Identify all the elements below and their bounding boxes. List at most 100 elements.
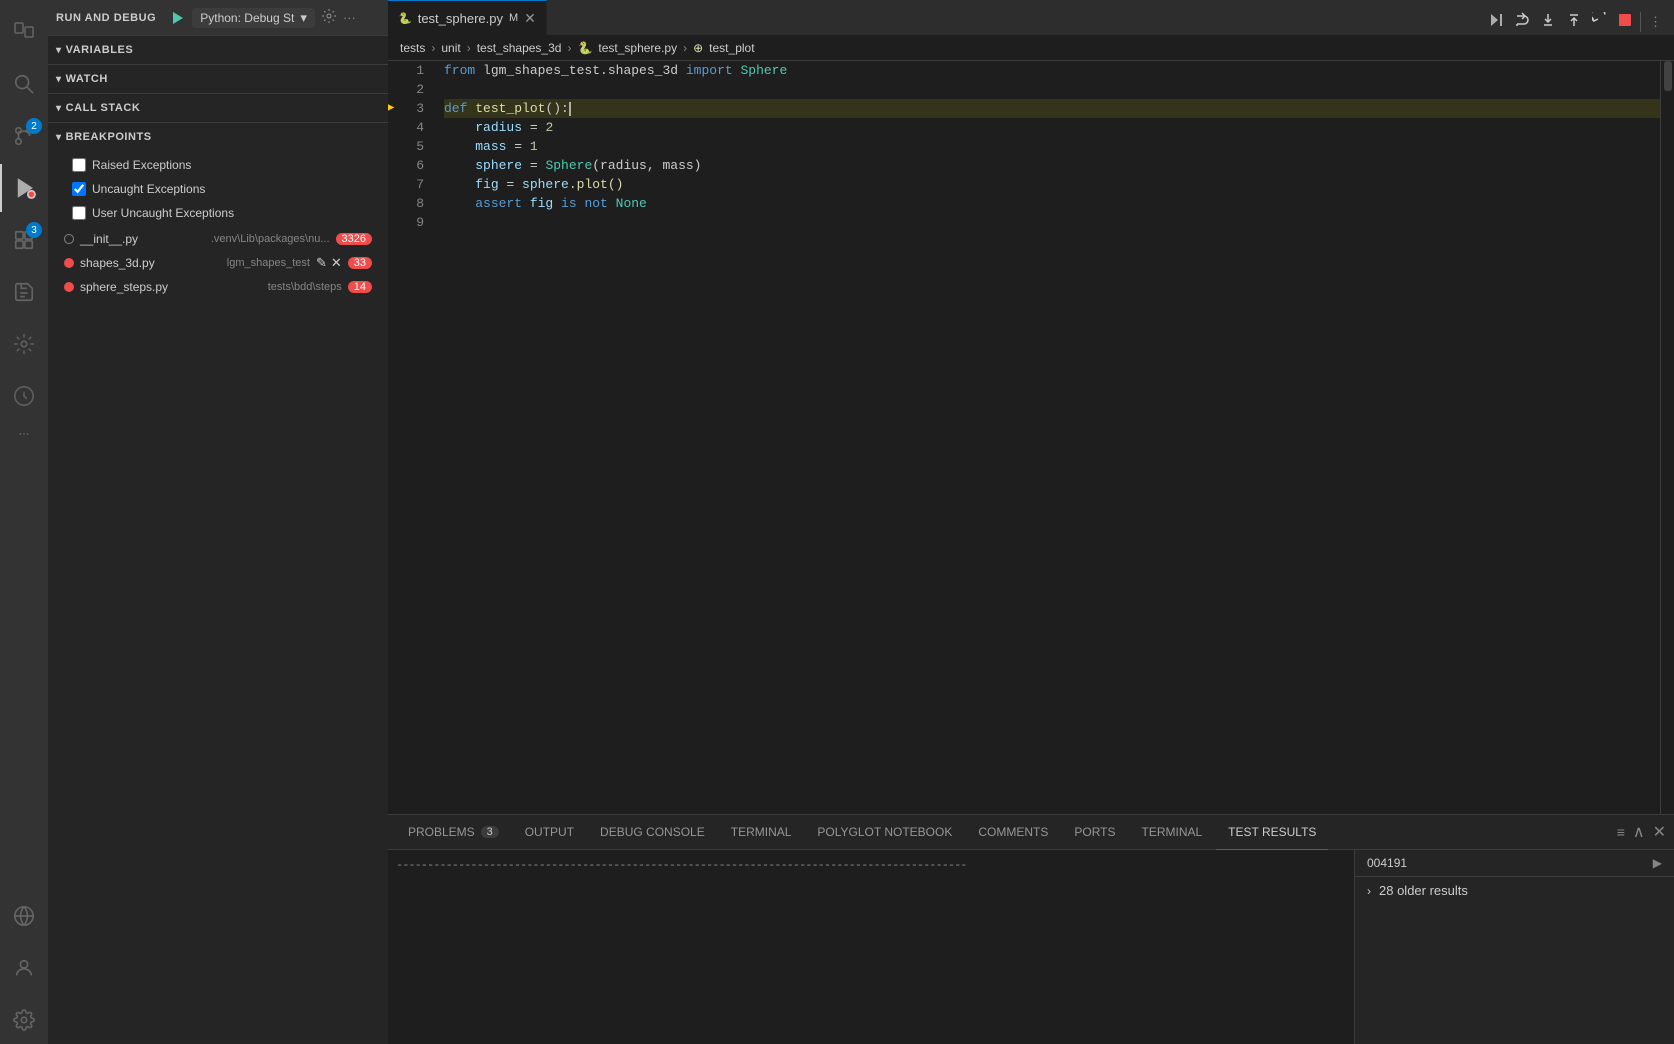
file-item-shapes[interactable]: shapes_3d.py lgm_shapes_test ✎ ✕ 33 — [48, 251, 388, 275]
line-num-8: 8 — [388, 194, 424, 213]
file-item-sphere-steps[interactable]: sphere_steps.py tests\bdd\steps 14 — [48, 275, 388, 299]
code-args-6: (radius, mass) — [592, 156, 701, 175]
code-eq-4: = — [522, 118, 545, 137]
code-line-5: mass = 1 — [444, 137, 1660, 156]
activity-extensions[interactable]: 3 — [0, 216, 48, 264]
tab-test-sphere[interactable]: 🐍 test_sphere.py M ✕ — [388, 0, 547, 35]
activity-extra-2[interactable] — [0, 372, 48, 420]
breadcrumb-unit[interactable]: unit — [441, 41, 460, 55]
breadcrumb-test-sphere-py[interactable]: test_sphere.py — [598, 41, 677, 55]
activity-settings[interactable] — [0, 996, 48, 1044]
activity-source-control[interactable]: 2 — [0, 112, 48, 160]
line-num-6: 6 — [388, 156, 424, 175]
activity-extra-1[interactable] — [0, 320, 48, 368]
terminal-label: TERMINAL — [731, 825, 792, 839]
debug-continue-btn[interactable] — [1484, 8, 1508, 35]
activity-account[interactable] — [0, 944, 48, 992]
remove-icon[interactable]: ✕ — [331, 255, 342, 271]
file-name-shapes: shapes_3d.py — [80, 256, 221, 270]
code-2-num: 2 — [545, 118, 553, 137]
code-indent-8 — [444, 194, 475, 213]
file-name-sphere-steps: sphere_steps.py — [80, 280, 262, 294]
tab-problems[interactable]: PROBLEMS 3 — [396, 815, 511, 850]
watch-section: ▾ WATCH — [48, 64, 388, 93]
panel-left-content: ----------------------------------------… — [388, 850, 1354, 1044]
edit-icon[interactable]: ✎ — [316, 255, 327, 271]
debug-more-btn[interactable]: ⋮ — [1645, 10, 1666, 34]
call-stack-label: CALL STACK — [66, 102, 141, 114]
breakpoints-header[interactable]: ▾ BREAKPOINTS — [48, 123, 388, 151]
code-line-3: def test_plot(): — [444, 99, 1660, 118]
debug-restart-btn[interactable] — [1588, 8, 1612, 35]
breadcrumb-test-shapes-3d[interactable]: test_shapes_3d — [477, 41, 562, 55]
panel-filter-btn[interactable]: ≡ — [1617, 824, 1625, 840]
debug-step-into-btn[interactable] — [1536, 8, 1560, 35]
code-content[interactable]: from lgm_shapes_test.shapes_3d import Sp… — [436, 61, 1660, 814]
code-eq-7: = — [499, 175, 522, 194]
code-line-9 — [444, 213, 1660, 232]
call-stack-chevron: ▾ — [56, 103, 62, 114]
file-dot-sphere-steps — [64, 282, 74, 292]
raised-exceptions-checkbox[interactable] — [72, 158, 86, 172]
call-stack-header[interactable]: ▾ CALL STACK — [48, 94, 388, 122]
tab-polyglot[interactable]: POLYGLOT NOTEBOOK — [805, 815, 964, 850]
code-line-2 — [444, 80, 1660, 99]
extensions-badge: 3 — [26, 222, 42, 238]
code-import-kw: import — [686, 61, 741, 80]
tab-comments[interactable]: COMMENTS — [966, 815, 1060, 850]
debug-config-label: Python: Debug St — [200, 11, 294, 25]
watch-header[interactable]: ▾ WATCH — [48, 65, 388, 93]
tab-test-results[interactable]: TEST RESULTS — [1216, 815, 1328, 850]
tab-output[interactable]: OUTPUT — [513, 815, 586, 850]
activity-run-debug[interactable] — [0, 164, 48, 212]
line-num-3: ▶ 3 — [388, 99, 424, 118]
older-results-item[interactable]: › 28 older results — [1355, 877, 1674, 904]
run-debug-more[interactable]: ··· — [343, 10, 356, 25]
activity-search[interactable] — [0, 60, 48, 108]
variables-header[interactable]: ▾ VARIABLES — [48, 36, 388, 64]
code-eq-6: = — [522, 156, 545, 175]
breakpoints-section: ▾ BREAKPOINTS Raised Exceptions Uncaught… — [48, 122, 388, 299]
debug-config-selector[interactable]: Python: Debug St ▾ — [192, 8, 315, 28]
tab-terminal[interactable]: TERMINAL — [719, 815, 804, 850]
breakpoints-label: BREAKPOINTS — [66, 131, 152, 143]
code-line-8: assert fig is not None — [444, 194, 1660, 213]
scrollbar-thumb[interactable] — [1664, 61, 1672, 91]
comments-label: COMMENTS — [978, 825, 1048, 839]
line-num-4: 4 — [388, 118, 424, 137]
debug-step-out-btn[interactable] — [1562, 8, 1586, 35]
sidebar-content: ▾ VARIABLES ▾ WATCH ▾ CALL STACK — [48, 35, 388, 1044]
breadcrumb-tests[interactable]: tests — [400, 41, 425, 55]
text-cursor — [569, 102, 571, 116]
more-dots[interactable]: ··· — [19, 424, 30, 444]
breadcrumb-fn-icon: ⊕ — [693, 41, 703, 55]
file-item-init[interactable]: __init__.py .venv\Lib\packages\nu... 332… — [48, 227, 388, 251]
code-indent-4 — [444, 118, 475, 137]
code-line-4: radius = 2 — [444, 118, 1660, 137]
variables-label: VARIABLES — [66, 44, 134, 56]
debug-settings-btn[interactable] — [321, 8, 337, 27]
tab-terminal-2[interactable]: TERMINAL — [1129, 815, 1214, 850]
activity-remote[interactable] — [0, 892, 48, 940]
tab-ports[interactable]: PORTS — [1062, 815, 1127, 850]
run-button[interactable] — [170, 10, 186, 26]
tab-debug-console[interactable]: DEBUG CONSOLE — [588, 815, 717, 850]
code-line-7: fig = sphere.plot() — [444, 175, 1660, 194]
debug-toolbar: ⋮ — [1484, 8, 1674, 35]
test-results-run-btn[interactable]: ▶ — [1653, 856, 1662, 870]
code-indent-5 — [444, 137, 475, 156]
debug-stop-btn[interactable] — [1614, 9, 1636, 34]
panel-close-btn[interactable]: ✕ — [1653, 822, 1666, 842]
user-uncaught-checkbox[interactable] — [72, 206, 86, 220]
code-eq-5: = — [506, 137, 529, 156]
activity-explorer[interactable] — [0, 8, 48, 56]
breadcrumb-test-plot[interactable]: test_plot — [709, 41, 754, 55]
tab-close-btn[interactable]: ✕ — [524, 10, 536, 27]
panel-maximize-btn[interactable]: ∧ — [1633, 822, 1645, 842]
code-editor[interactable]: 1 2 ▶ 3 4 5 6 7 8 9 from lgm_shapes_test… — [388, 61, 1674, 814]
uncaught-exceptions-checkbox[interactable] — [72, 182, 86, 196]
activity-testing[interactable] — [0, 268, 48, 316]
debug-step-over-btn[interactable] — [1510, 8, 1534, 35]
code-1-num: 1 — [530, 137, 538, 156]
file-path-shapes: lgm_shapes_test — [227, 257, 310, 269]
